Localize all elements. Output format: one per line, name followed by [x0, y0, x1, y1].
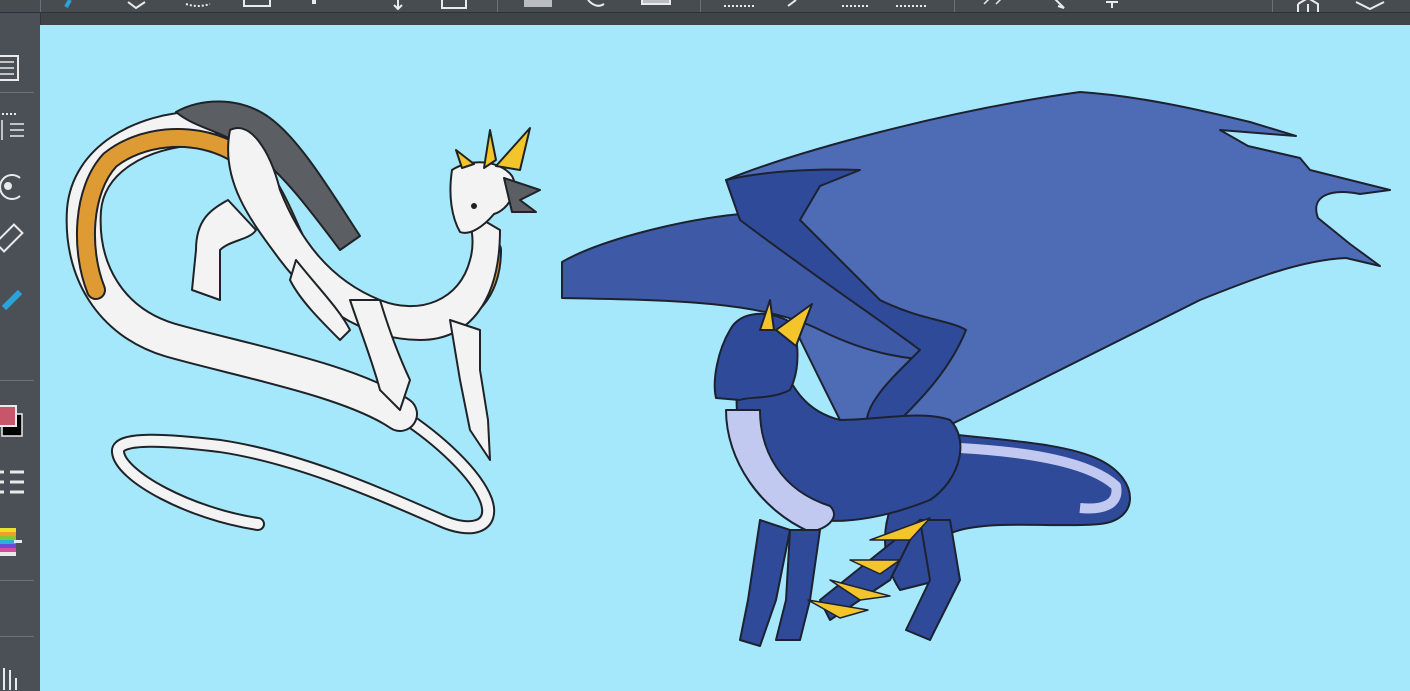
blue-dragon-illustration [561, 91, 1391, 647]
toolbar-separator [0, 380, 34, 381]
layer-properties-icon[interactable] [1, 113, 24, 140]
toolbar-separator [497, 0, 498, 12]
top-toolbar-icons [40, 0, 1385, 12]
layers-stack-icon[interactable] [1355, 1, 1385, 11]
bucket-fill-icon[interactable] [587, 0, 605, 7]
left-toolbar-icons [0, 55, 34, 690]
hand-tool-icon[interactable] [0, 668, 17, 690]
toolbar-separator [0, 636, 34, 637]
rect-select-icon[interactable] [243, 0, 271, 7]
eyedropper-icon[interactable] [787, 0, 797, 7]
toolbar-separator [40, 0, 41, 12]
color-swatch-icon[interactable] [0, 405, 23, 437]
toolbar-separator [700, 0, 701, 12]
left-toolbar [0, 13, 41, 691]
text-tool-icon[interactable] [1106, 1, 1118, 8]
eraser-tool-icon[interactable] [127, 1, 146, 10]
toolbar-separator [0, 92, 34, 93]
pin-icon[interactable] [312, 0, 316, 4]
artwork [65, 91, 1391, 647]
rotate-canvas-icon[interactable] [0, 174, 21, 200]
fill-color-icon[interactable] [524, 0, 552, 7]
toolbar-separator [1272, 0, 1273, 12]
white-dragon-illustration [65, 100, 541, 535]
frame-icon[interactable] [441, 0, 467, 9]
select-arrow-icon[interactable] [1054, 0, 1065, 9]
ruler-icon[interactable] [0, 223, 24, 253]
canvas-frame [40, 13, 1410, 25]
top-toolbar [0, 0, 1410, 13]
pen-tool-icon[interactable] [1, 289, 23, 311]
layers-panel-icon[interactable] [0, 55, 19, 81]
3d-model-icon[interactable] [1297, 0, 1319, 12]
gradient-icon[interactable] [641, 0, 671, 5]
color-palette-icon[interactable] [0, 528, 22, 556]
drawing-canvas[interactable] [40, 25, 1410, 691]
move-icon[interactable] [393, 0, 403, 11]
brush-tool-icon[interactable] [64, 0, 72, 8]
toolbar-separator [954, 0, 955, 12]
lasso-select-icon[interactable] [185, 3, 211, 7]
toolbar-separator [0, 580, 34, 581]
brush-list-icon[interactable] [0, 470, 24, 494]
transform-icon[interactable] [983, 0, 1002, 5]
